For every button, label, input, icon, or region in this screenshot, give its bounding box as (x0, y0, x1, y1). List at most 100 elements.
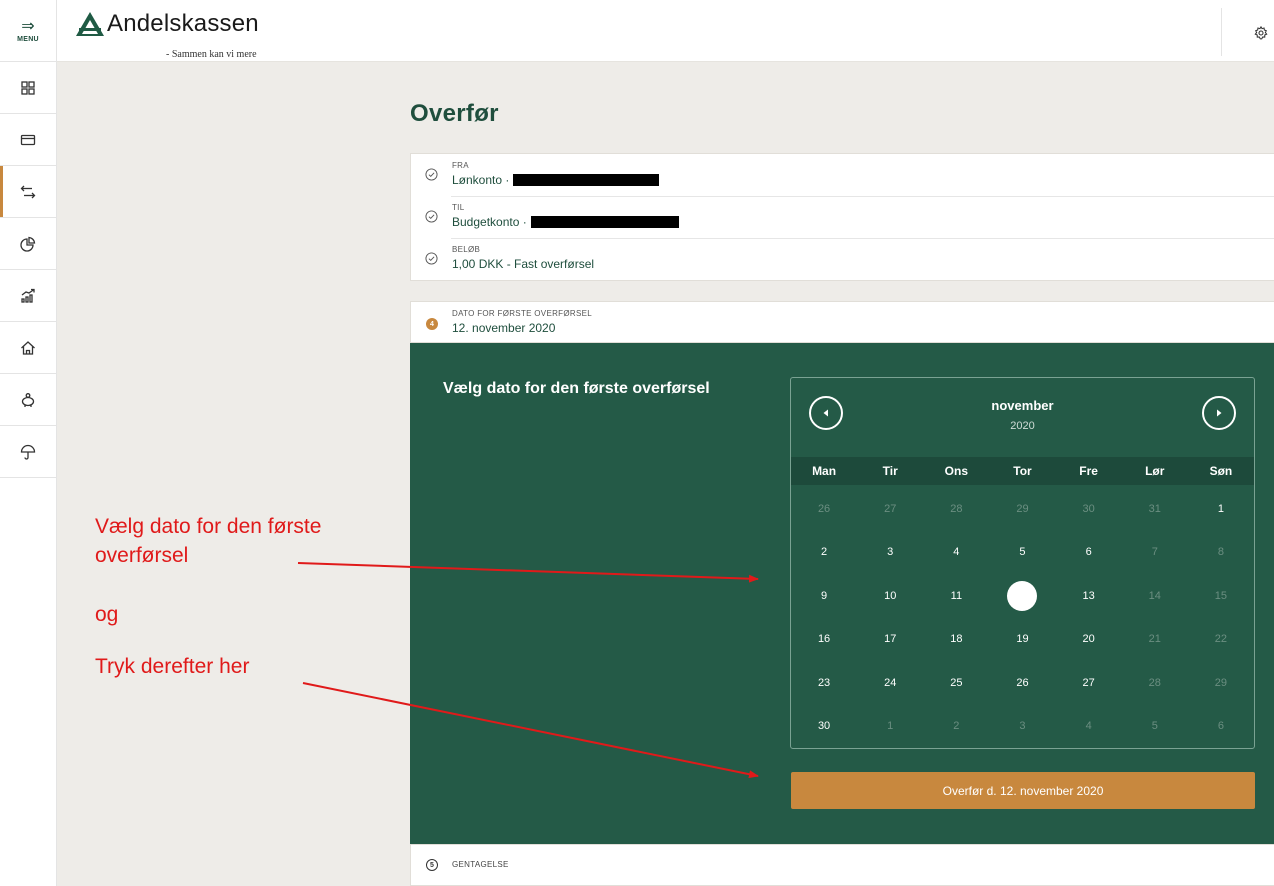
page-title: Overfør (410, 100, 499, 127)
to-row[interactable]: TIL Budgetkonto · (411, 196, 1274, 238)
calendar-day-number: 21 (1148, 633, 1161, 646)
annotation-press-here: Tryk derefter her (95, 655, 250, 678)
header: Andelskassen - Sammen kan vi mere (57, 0, 1274, 62)
calendar: november 2020 Man Tir Ons Tor Fre Lør Søn 26 27… (790, 377, 1255, 749)
calendar-day: 29 (1188, 661, 1254, 705)
sidebar-item-savings[interactable] (0, 374, 56, 426)
calendar-day: 6 (1188, 705, 1254, 749)
from-row[interactable]: FRA Lønkonto · (411, 154, 1274, 196)
calendar-week-row: 2 3 4 5 6 7 8 (791, 531, 1254, 575)
sidebar-item-home[interactable] (0, 322, 56, 374)
calendar-day[interactable]: 4 (923, 531, 989, 575)
sidebar-item-insurance[interactable] (0, 426, 56, 478)
calendar-day[interactable]: 25 (923, 661, 989, 705)
calendar-day-number: 2 (953, 720, 960, 733)
calendar-day: 8 (1188, 531, 1254, 575)
calendar-day: 22 (1188, 618, 1254, 662)
calendar-day-number: 28 (1148, 676, 1161, 689)
calendar-day[interactable]: 9 (791, 574, 857, 618)
submit-transfer-button[interactable]: Overfør d. 12. november 2020 (791, 772, 1255, 809)
date-picker-panel: Vælg dato for den første overførsel nove… (410, 343, 1274, 844)
calendar-week-row: 23 24 25 26 27 28 29 (791, 661, 1254, 705)
calendar-day-number: 6 (1085, 546, 1092, 559)
sidebar-item-budget[interactable] (0, 218, 56, 270)
calendar-day: 1 (857, 705, 923, 749)
calendar-day: 2 (923, 705, 989, 749)
calendar-day[interactable]: 26 (989, 661, 1055, 705)
calendar-day[interactable]: 2 (791, 531, 857, 575)
main-content: Overfør FRA Lønkonto · TIL Budgetkonto ·… (57, 62, 1274, 886)
calendar-day[interactable]: 27 (1056, 661, 1122, 705)
calendar-day[interactable]: 30 (791, 705, 857, 749)
calendar-day[interactable]: 16 (791, 618, 857, 662)
menu-label: MENU (17, 35, 39, 43)
calendar-day[interactable]: 24 (857, 661, 923, 705)
transfer-icon (20, 185, 36, 198)
sidebar-item-transfer[interactable] (0, 166, 56, 218)
gear-icon[interactable] (1254, 26, 1268, 40)
annotation-and: og (95, 603, 119, 626)
calendar-day[interactable]: 10 (857, 574, 923, 618)
brand-tagline: - Sammen kan vi mere (166, 49, 257, 60)
calendar-day: 15 (1188, 574, 1254, 618)
calendar-day-number: 19 (1016, 633, 1029, 646)
calendar-day-number: 24 (884, 676, 897, 689)
calendar-day-number: 20 (1082, 633, 1095, 646)
triangle-right-icon (1217, 409, 1222, 417)
calendar-day[interactable]: 18 (923, 618, 989, 662)
weekday-label: Tir (882, 464, 898, 478)
amount-row[interactable]: BELØB 1,00 DKK - Fast overførsel (411, 238, 1274, 280)
calendar-day-number: 4 (1085, 720, 1092, 733)
sidebar-item-cards[interactable] (0, 114, 56, 166)
calendar-day[interactable]: 6 (1056, 531, 1122, 575)
check-circle-icon (425, 252, 438, 265)
pie-chart-icon (20, 236, 36, 252)
calendar-day[interactable]: 17 (857, 618, 923, 662)
calendar-day-number: 12 (1016, 589, 1029, 602)
piggy-bank-icon (21, 392, 35, 407)
calendar-days-grid: 26 27 28 29 30 31 1 2 3 4 5 6 7 8 9 10 11 12 13 14 15 16 17 18 1… (791, 487, 1254, 748)
date-step-header[interactable]: 4 DATO FOR FØRSTE OVERFØRSEL 12. novembe… (410, 301, 1274, 343)
calendar-day: 21 (1122, 618, 1188, 662)
calendar-day[interactable]: 5 (989, 531, 1055, 575)
calendar-day-selected[interactable]: 12 (989, 574, 1055, 618)
calendar-day: 27 (857, 487, 923, 531)
calendar-day[interactable]: 23 (791, 661, 857, 705)
calendar-day[interactable]: 11 (923, 574, 989, 618)
calendar-day-number: 15 (1214, 589, 1228, 602)
calendar-day-number: 26 (817, 502, 831, 515)
calendar-day[interactable]: 20 (1056, 618, 1122, 662)
brand-name: Andelskassen (107, 10, 259, 37)
weekday-label: Fre (1079, 464, 1098, 478)
check-circle-icon (425, 168, 438, 181)
calendar-day-number: 14 (1148, 589, 1161, 602)
calendar-day[interactable]: 3 (857, 531, 923, 575)
weekday-label: Tor (1013, 464, 1032, 478)
amount-value: 1,00 DKK - Fast overførsel (452, 257, 595, 271)
calendar-day[interactable]: 13 (1056, 574, 1122, 618)
redacted-block (530, 216, 679, 228)
menu-button[interactable]: ⇒ MENU (0, 0, 56, 62)
calendar-week-row: 26 27 28 29 30 31 1 (791, 487, 1254, 531)
calendar-day: 30 (1056, 487, 1122, 531)
calendar-day-number: 3 (887, 546, 894, 559)
repeat-step-header[interactable]: 5 GENTAGELSE (410, 844, 1274, 886)
calendar-day[interactable]: 19 (989, 618, 1055, 662)
calendar-day-number: 18 (950, 633, 963, 646)
brand-logo[interactable]: Andelskassen (75, 10, 259, 38)
sidebar-item-investments[interactable] (0, 270, 56, 322)
calendar-day: 5 (1122, 705, 1188, 749)
calendar-day-number: 7 (1151, 546, 1158, 559)
header-divider (1221, 8, 1222, 56)
calendar-day-number: 3 (1019, 720, 1026, 733)
calendar-week-row: 9 10 11 12 13 14 15 (791, 574, 1254, 618)
calendar-day[interactable]: 1 (1188, 487, 1254, 531)
calendar-day: 7 (1122, 531, 1188, 575)
sidebar-item-dashboard[interactable] (0, 62, 56, 114)
calendar-weekday-header: Man Tir Ons Tor Fre Lør Søn (791, 457, 1254, 485)
calendar-day-number: 17 (884, 633, 897, 646)
calendar-day-number: 23 (817, 676, 831, 689)
next-month-button[interactable] (1202, 396, 1236, 430)
calendar-day: 3 (989, 705, 1055, 749)
check-circle-icon (425, 210, 438, 223)
